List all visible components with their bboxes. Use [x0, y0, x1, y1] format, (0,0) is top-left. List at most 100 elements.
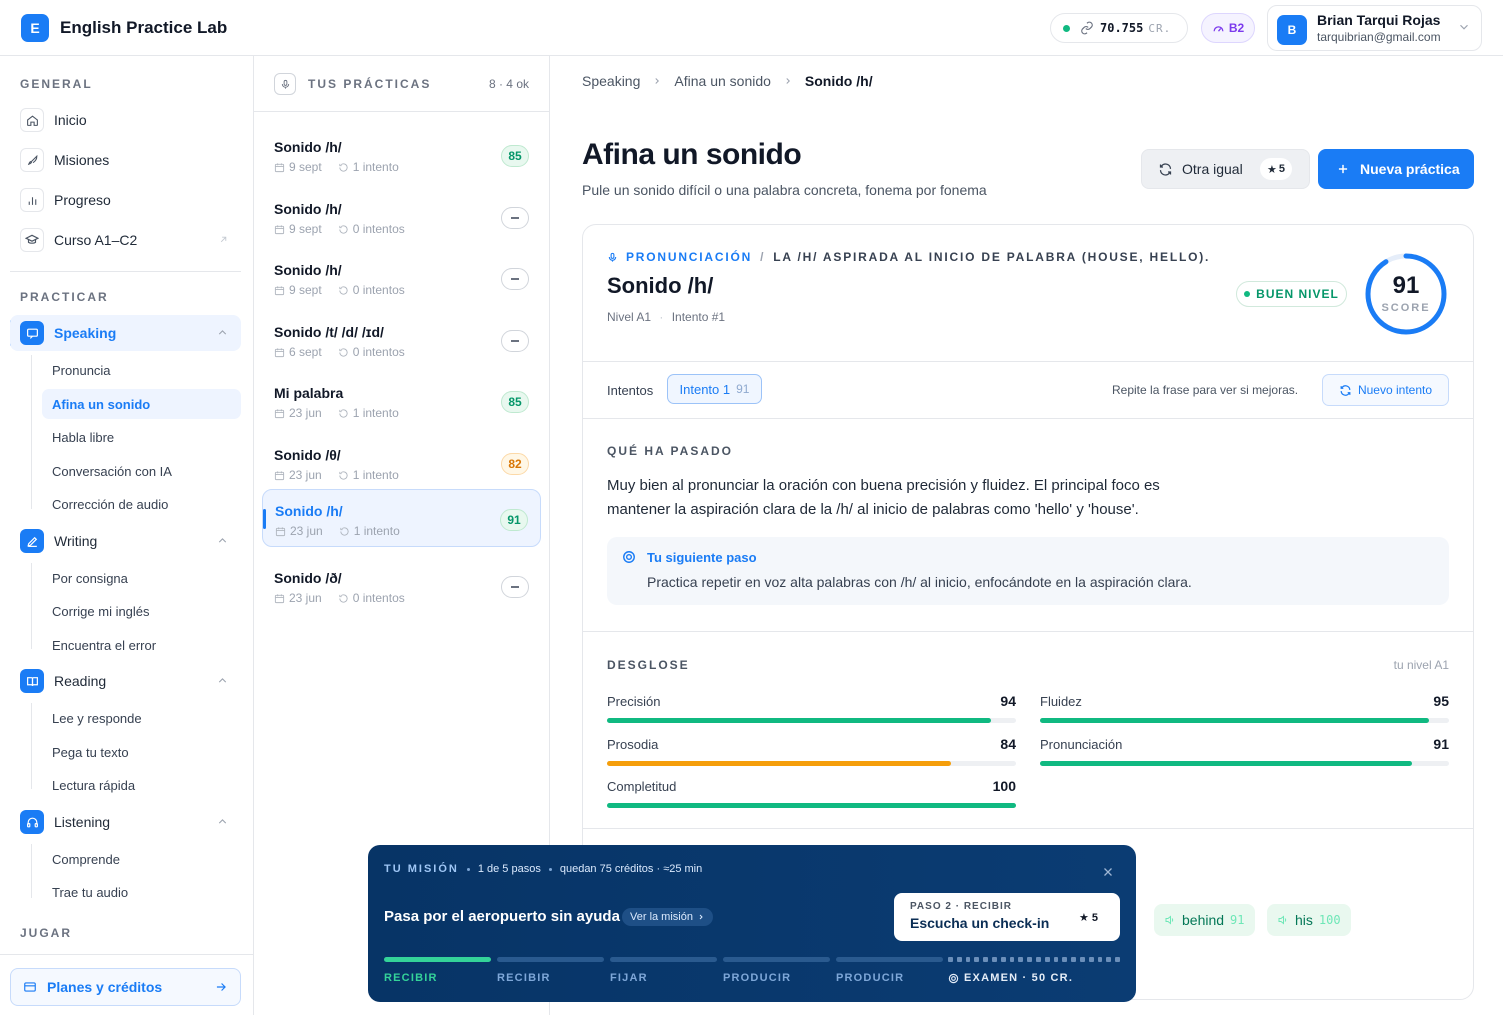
- submenu-line: [31, 844, 32, 898]
- user-menu[interactable]: B Brian Tarqui Rojas tarquibrian@gmail.c…: [1267, 5, 1482, 51]
- practice-attempts: 1 intento: [352, 468, 399, 482]
- result-meta: Nivel A1 · Intento #1: [607, 310, 726, 324]
- level-badge[interactable]: B2: [1201, 13, 1255, 43]
- nav-group-reading[interactable]: Reading: [10, 663, 241, 699]
- avatar: B: [1277, 15, 1307, 45]
- sub-afina-un-sonido[interactable]: Afina un sonido: [42, 389, 241, 419]
- sub-habla-libre[interactable]: Habla libre: [42, 422, 241, 452]
- metric-label: Prosodia: [607, 737, 659, 752]
- nav-curso[interactable]: Curso A1–C2: [10, 222, 241, 258]
- sub-trae-audio[interactable]: Trae tu audio: [42, 877, 241, 907]
- calendar-icon: [274, 224, 285, 234]
- result-title: Sonido /h/: [607, 273, 714, 298]
- practice-count: 8 · 4 ok: [488, 77, 529, 91]
- sub-comprende[interactable]: Comprende: [42, 844, 241, 874]
- card-icon: [24, 982, 36, 992]
- score-badge: 85: [501, 391, 529, 413]
- practice-item[interactable]: Mi palabra 23 jun 1 intento 85: [262, 372, 541, 430]
- attempt-chip[interactable]: Intento 1 91: [667, 374, 762, 404]
- sub-conversacion-ia[interactable]: Conversación con IA: [42, 456, 241, 486]
- metric-value: 100: [992, 778, 1016, 794]
- nav-inicio[interactable]: Inicio: [10, 102, 241, 138]
- new-practice-button[interactable]: Nueva práctica: [1318, 149, 1474, 189]
- gauge-icon: [1213, 25, 1224, 32]
- no-score-badge: [501, 207, 529, 229]
- practice-item[interactable]: Sonido /h/9 sept 1 intento 85: [262, 126, 541, 184]
- word-chip[interactable]: his 100: [1267, 904, 1351, 936]
- sub-por-consigna[interactable]: Por consigna: [42, 563, 241, 593]
- other-same-button[interactable]: Otra igual ★ 5: [1141, 149, 1310, 189]
- practice-item[interactable]: Sonido /h/9 sept 0 intentos: [262, 249, 541, 307]
- microphone-icon: [608, 252, 617, 262]
- credits-pill[interactable]: 70.755 CR.: [1050, 13, 1188, 43]
- speaker-icon: [1278, 915, 1287, 925]
- nav-label: Misiones: [54, 152, 110, 168]
- nav-misiones[interactable]: Misiones: [10, 142, 241, 178]
- calendar-icon: [275, 526, 286, 536]
- practice-item[interactable]: Sonido /ð/23 jun 0 intentos: [262, 557, 541, 615]
- no-score-badge: [501, 268, 529, 290]
- app-logo[interactable]: E: [21, 14, 49, 42]
- nav-group-listening[interactable]: Listening: [10, 804, 241, 840]
- sub-pronuncia[interactable]: Pronuncia: [42, 355, 241, 385]
- metric-row: Pronunciación 91: [1040, 736, 1449, 777]
- breakdown-hint: tu nivel A1: [1393, 658, 1449, 672]
- score-label: SCORE: [1381, 302, 1431, 314]
- nav-group-writing[interactable]: Writing: [10, 523, 241, 559]
- practice-date: 23 jun: [289, 591, 322, 605]
- view-mission-link[interactable]: Ver la misión: [622, 908, 713, 926]
- calendar-icon: [274, 408, 285, 418]
- current-step-card[interactable]: PASO 2 · RECIBIR Escucha un check-in ★ 5: [894, 893, 1120, 941]
- nav-group-label: Speaking: [54, 325, 117, 341]
- practice-attempts: 1 intento: [352, 406, 399, 420]
- metric-track: [607, 761, 1016, 766]
- score-value: 91: [1392, 272, 1420, 299]
- mission-steps: 1 de 5 pasos: [477, 863, 541, 875]
- sub-lee-responde[interactable]: Lee y responde: [42, 703, 241, 733]
- practice-item[interactable]: Sonido /t/ /d/ /ɪd/6 sept 0 intentos: [262, 311, 541, 369]
- practice-meta: 9 sept 0 intentos: [274, 283, 405, 297]
- sub-encuentra-error[interactable]: Encuentra el error: [42, 630, 241, 660]
- close-icon[interactable]: [1102, 866, 1114, 878]
- attempt-text: Intento #1: [671, 310, 726, 324]
- breadcrumb-item[interactable]: Afina un sonido: [674, 73, 771, 89]
- credits-value: 70.755: [1100, 21, 1144, 35]
- metric-fill: [607, 803, 1016, 808]
- view-mission-label: Ver la misión: [630, 911, 693, 923]
- user-email: tarquibrian@gmail.com: [1317, 30, 1441, 44]
- practice-item[interactable]: Sonido /h/23 jun 1 intento 91: [262, 489, 541, 547]
- sub-correccion-audio[interactable]: Corrección de audio: [42, 489, 241, 519]
- step-kicker: PASO 2 · RECIBIR: [910, 901, 1012, 912]
- practice-meta: 23 jun 0 intentos: [274, 591, 405, 605]
- graduation-cap-icon: [20, 228, 44, 252]
- practice-title: Sonido /h/: [274, 262, 342, 278]
- retry-icon: [339, 285, 348, 295]
- practice-item[interactable]: Sonido /h/9 sept 0 intentos: [262, 188, 541, 246]
- sub-lectura-rapida[interactable]: Lectura rápida: [42, 770, 241, 800]
- metric-track: [607, 803, 1016, 808]
- link-icon: [1081, 21, 1093, 35]
- breadcrumb-item[interactable]: Speaking: [582, 73, 640, 89]
- practice-title: Sonido /θ/: [274, 447, 341, 463]
- home-icon: [20, 108, 44, 132]
- metric-fill: [1040, 718, 1429, 723]
- practice-item[interactable]: Sonido /θ/23 jun 1 intento 82: [262, 434, 541, 492]
- section-label-jugar: JUGAR: [20, 926, 73, 940]
- new-attempt-button[interactable]: Nuevo intento: [1322, 374, 1449, 406]
- sub-corrige-ingles[interactable]: Corrige mi inglés: [42, 596, 241, 626]
- practice-attempts: 0 intentos: [352, 591, 405, 605]
- sidebar: GENERAL Inicio Misiones Progreso Curso A…: [0, 56, 254, 1015]
- app-name[interactable]: English Practice Lab: [60, 18, 227, 38]
- practice-date: 23 jun: [289, 406, 322, 420]
- step-title: Escucha un check-in: [910, 915, 1050, 931]
- mission-step-bar: [836, 957, 943, 962]
- nav-progreso[interactable]: Progreso: [10, 182, 241, 218]
- metric-row: Fluidez 95: [1040, 693, 1449, 734]
- word-chip[interactable]: behind 91: [1154, 904, 1255, 936]
- nav-group-speaking[interactable]: Speaking: [10, 315, 241, 351]
- plans-credits-button[interactable]: Planes y créditos: [10, 968, 241, 1006]
- sub-pega-texto[interactable]: Pega tu texto: [42, 737, 241, 767]
- divider: [0, 954, 253, 955]
- refresh-icon: [1340, 384, 1351, 396]
- metric-label: Precisión: [607, 694, 661, 709]
